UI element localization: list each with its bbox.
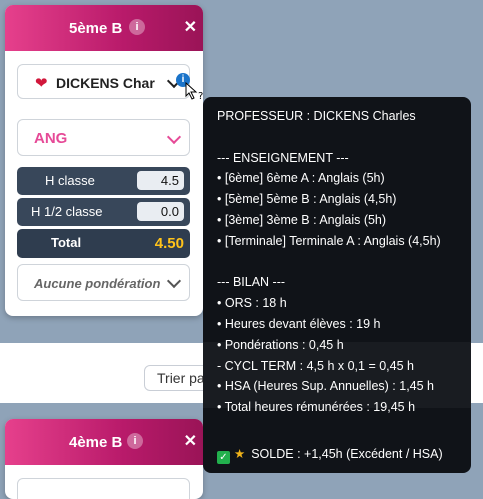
check-icon: ✓: [217, 450, 230, 464]
teacher-select[interactable]: ❤ DICKENS Char: [17, 64, 190, 99]
tooltip-line: • [5ème] 5ème B : Anglais (4,5h): [217, 192, 397, 207]
tooltip-line: [217, 421, 471, 442]
card-title: 4ème B: [69, 434, 123, 451]
card-header: 5ème B i ✕: [5, 5, 203, 51]
total-value: 4.50: [154, 235, 184, 252]
hours-half-class-label: H 1/2 classe: [31, 204, 103, 219]
hours-half-class-row: H 1/2 classe 0.0: [17, 198, 190, 226]
chevron-down-icon: [166, 273, 182, 289]
card-title: 5ème B: [69, 20, 123, 37]
close-icon[interactable]: ✕: [184, 431, 197, 451]
tooltip-line: --- BILAN ---: [217, 275, 286, 290]
tooltip-line: • Heures devant élèves : 19 h: [217, 316, 381, 331]
tooltip-line: • [6ème] 6ème A : Anglais (5h): [217, 171, 385, 186]
tooltip-line: --- ENSEIGNEMENT ---: [217, 150, 349, 165]
teacher-tooltip: PROFESSEUR : DICKENS Charles --- ENSEIGNE…: [203, 97, 471, 473]
info-icon[interactable]: i: [129, 19, 145, 35]
svg-text:?: ?: [198, 91, 203, 102]
class-card-5eme-b: 5ème B i ✕ ❤ DICKENS Char ANG H classe 4…: [5, 5, 203, 316]
class-card-4eme-b: 4ème B i ✕: [5, 419, 203, 499]
star-icon: ★: [234, 446, 246, 461]
solde-line: ✓ ★ SOLDE : +1,45h (Excédent / HSA): [217, 446, 471, 467]
weighting-select[interactable]: Aucune pondération: [17, 264, 190, 301]
hours-class-input[interactable]: 4.5: [137, 171, 184, 190]
chevron-down-icon: [166, 129, 182, 145]
teacher-select[interactable]: [17, 478, 190, 499]
tooltip-line: PROFESSEUR : DICKENS Charles: [217, 109, 416, 123]
close-icon[interactable]: ✕: [184, 17, 197, 37]
tooltip-line: • [Terminale] Terminale A : Anglais (4,5…: [217, 233, 441, 248]
hours-half-class-input[interactable]: 0.0: [137, 202, 184, 221]
tooltip-line: • [3ème] 3ème B : Anglais (5h): [217, 212, 387, 227]
tooltip-line: [217, 130, 471, 151]
tooltip-highlight: [200, 342, 471, 408]
card-header: 4ème B i ✕: [5, 419, 203, 465]
subject-select-value: ANG: [34, 130, 68, 147]
total-label: Total: [51, 235, 82, 250]
teacher-select-value: DICKENS Char: [56, 75, 155, 91]
tooltip-line: [217, 255, 471, 276]
heart-icon: ❤: [35, 75, 48, 92]
info-icon[interactable]: i: [127, 433, 143, 449]
subject-select[interactable]: ANG: [17, 119, 190, 156]
tooltip-line: • ORS : 18 h: [217, 296, 287, 311]
solde-text: SOLDE : +1,45h (Excédent / HSA): [251, 446, 443, 461]
total-row: Total 4.50: [17, 229, 190, 258]
hours-class-row: H classe 4.5: [17, 167, 190, 195]
hours-class-label: H classe: [45, 173, 95, 188]
weighting-select-value: Aucune pondération: [34, 276, 161, 291]
